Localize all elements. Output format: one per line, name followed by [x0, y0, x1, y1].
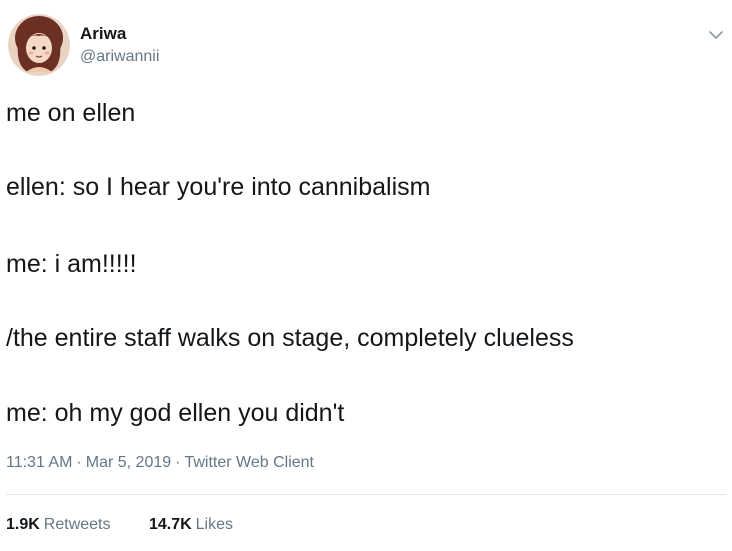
tweet-date[interactable]: Mar 5, 2019	[86, 454, 171, 471]
tweet-metadata: 11:31 AM · Mar 5, 2019 · Twitter Web Client	[6, 453, 314, 473]
tweet-card: Ariwa @ariwannii me on ellen ellen: so I…	[0, 0, 732, 551]
user-handle[interactable]: @ariwannii	[80, 47, 159, 67]
meta-separator: ·	[175, 454, 181, 471]
tweet-text-line: /the entire staff walks on stage, comple…	[6, 324, 574, 352]
likes-label: Likes	[195, 516, 234, 533]
likes-stat[interactable]: 14.7K Likes	[149, 515, 233, 535]
chevron-down-icon[interactable]	[708, 28, 724, 40]
avatar[interactable]	[8, 14, 70, 76]
meta-separator: ·	[76, 454, 82, 471]
retweets-stat[interactable]: 1.9K Retweets	[6, 515, 111, 535]
tweet-text-line: me: i am!!!!!	[6, 250, 137, 278]
retweets-count: 1.9K	[6, 516, 40, 533]
tweet-time[interactable]: 11:31 AM	[6, 454, 72, 471]
tweet-stats: 1.9K Retweets 14.7K Likes	[6, 515, 233, 535]
tweet-text-line: me on ellen	[6, 99, 136, 127]
tweet-source[interactable]: Twitter Web Client	[184, 454, 314, 471]
cartoon-avatar-icon	[8, 14, 70, 76]
divider	[6, 494, 726, 495]
tweet-text-line: me: oh my god ellen you didn't	[6, 399, 345, 427]
retweets-label: Retweets	[43, 516, 111, 533]
tweet-text-line: ellen: so I hear you're into cannibalism	[6, 173, 431, 201]
likes-count: 14.7K	[148, 516, 192, 533]
display-name[interactable]: Ariwa	[80, 24, 126, 44]
